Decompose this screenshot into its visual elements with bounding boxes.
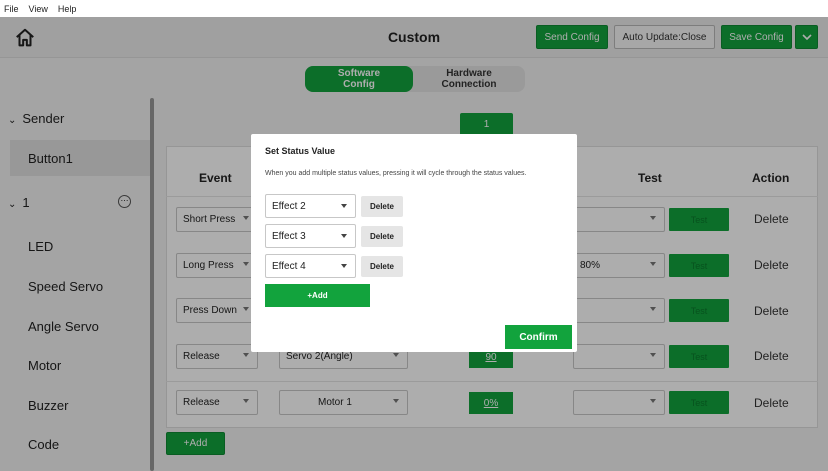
select-value: Effect 3: [272, 230, 306, 242]
menu-help[interactable]: Help: [58, 4, 77, 14]
add-effect-button[interactable]: +Add: [265, 284, 370, 307]
effect-select[interactable]: Effect 2: [265, 194, 356, 218]
set-status-dialog: Set Status Value When you add multiple s…: [251, 134, 577, 352]
effect-delete-button[interactable]: Delete: [361, 196, 403, 217]
dialog-description: When you add multiple status values, pre…: [265, 170, 527, 177]
menu-file[interactable]: File: [4, 4, 19, 14]
effect-delete-button[interactable]: Delete: [361, 226, 403, 247]
confirm-button[interactable]: Confirm: [505, 325, 572, 349]
select-value: Effect 2: [272, 200, 306, 212]
effect-select[interactable]: Effect 3: [265, 224, 356, 248]
menu-view[interactable]: View: [29, 4, 48, 14]
select-value: Effect 4: [272, 260, 306, 272]
dialog-title: Set Status Value: [265, 146, 336, 156]
menubar: File View Help: [0, 0, 828, 17]
effect-select[interactable]: Effect 4: [265, 254, 356, 278]
effect-delete-button[interactable]: Delete: [361, 256, 403, 277]
